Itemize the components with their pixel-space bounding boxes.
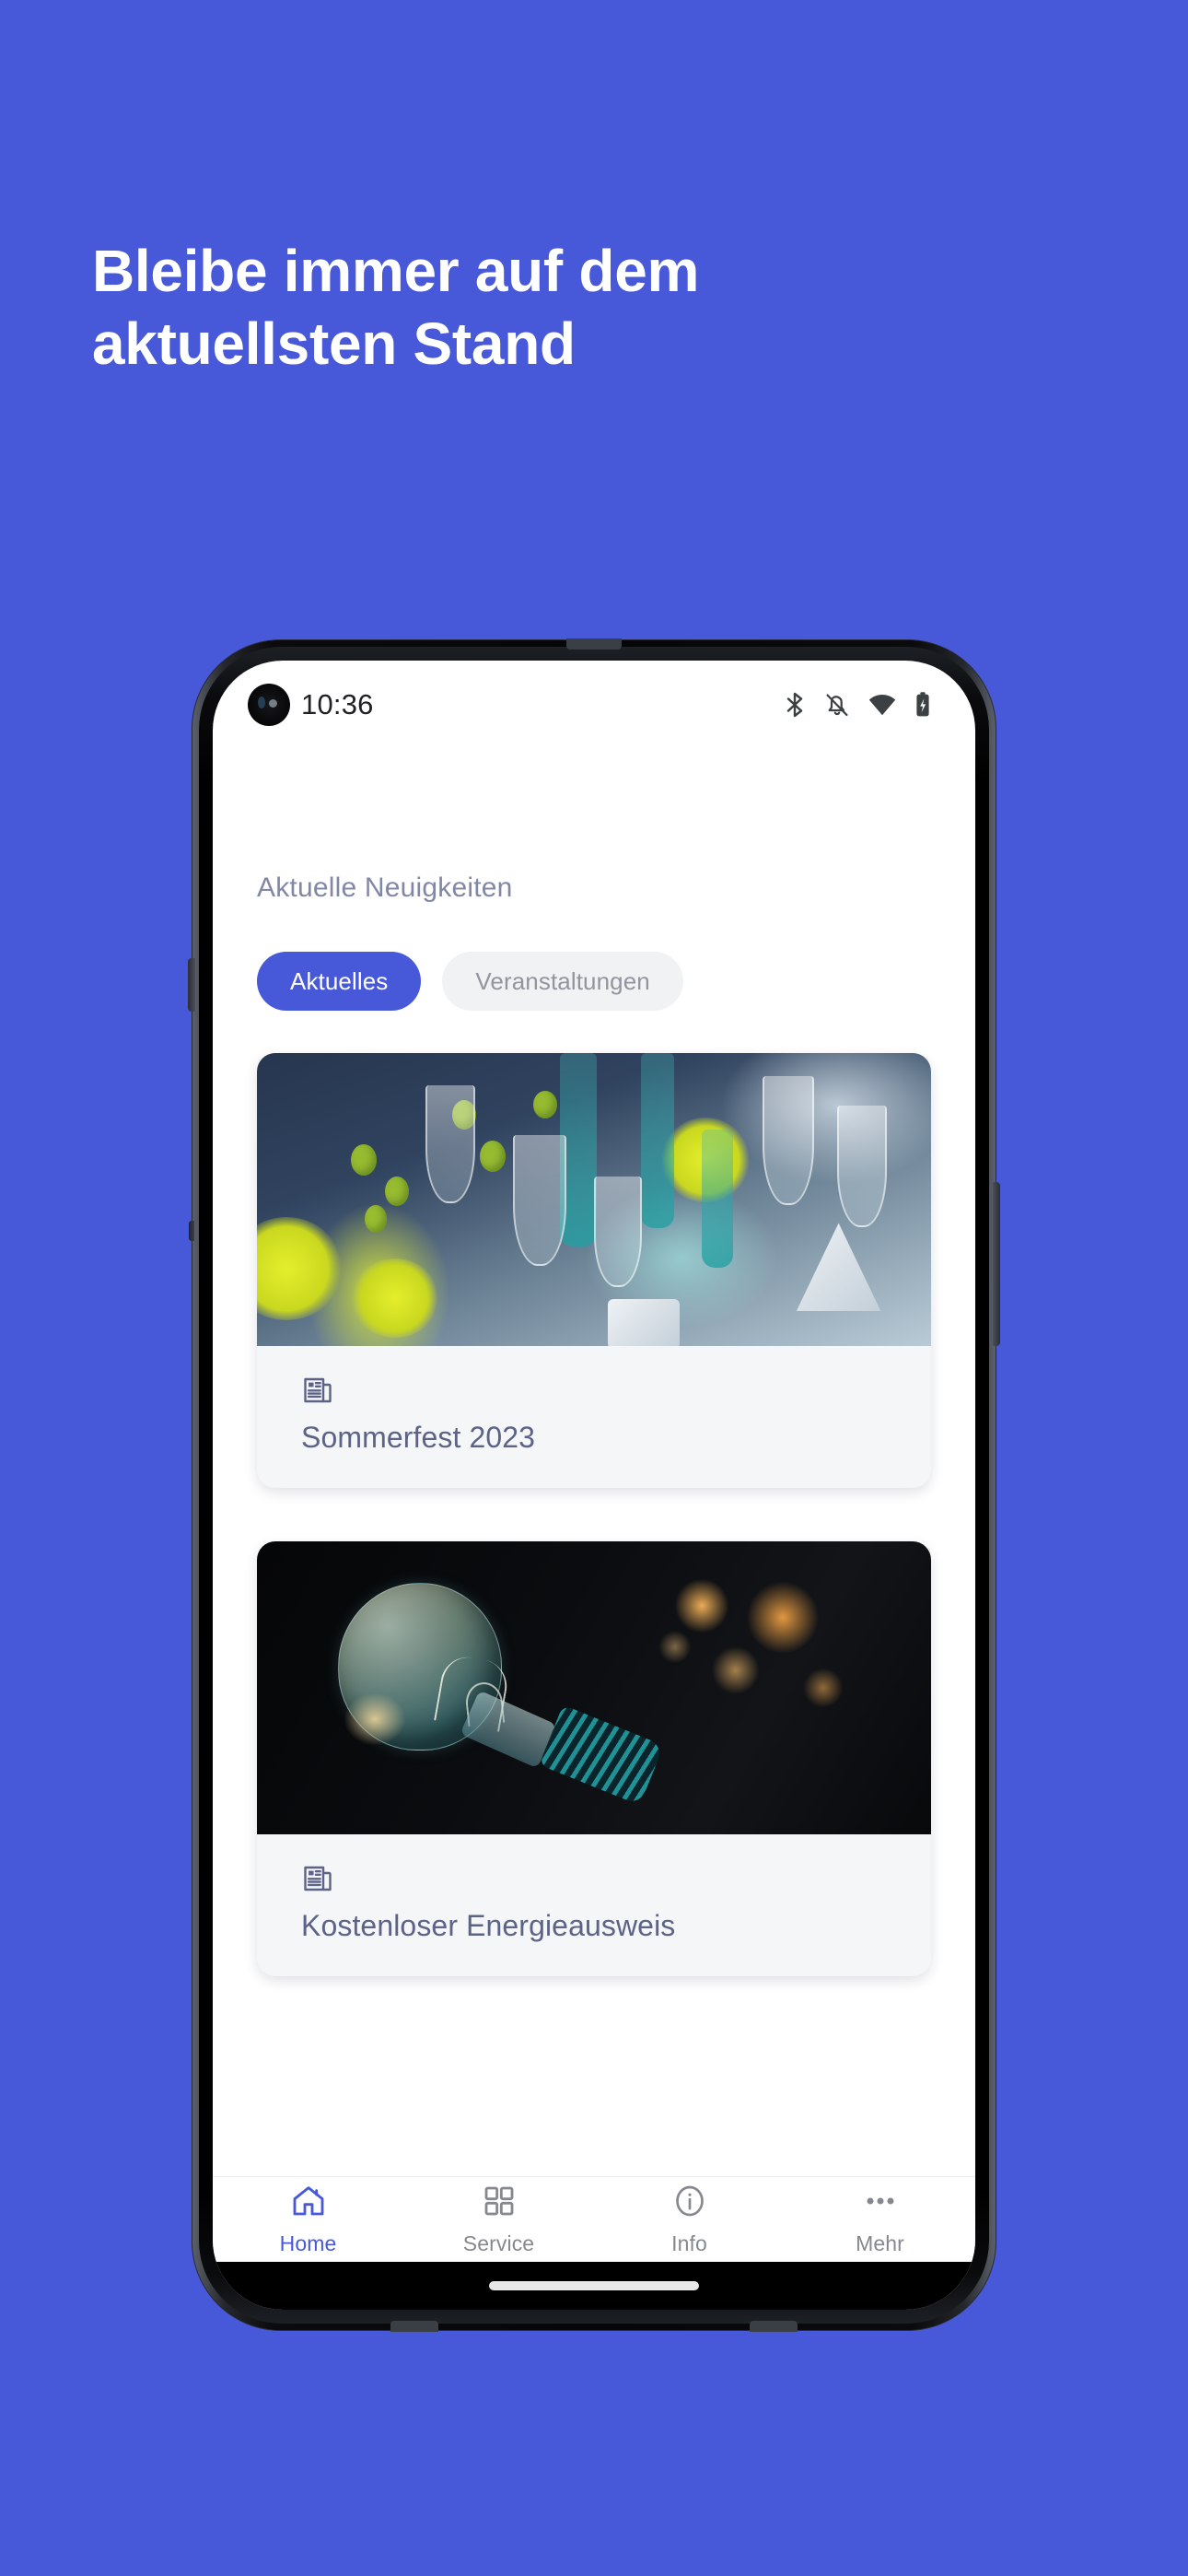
volume-button-secondary[interactable] xyxy=(189,1221,194,1241)
nav-label-home: Home xyxy=(279,2231,337,2255)
status-bar-clock: 10:36 xyxy=(301,688,374,720)
tab-veranstaltungen[interactable]: Veranstaltungen xyxy=(442,952,683,1011)
volume-button[interactable] xyxy=(188,958,195,1012)
bluetooth-icon xyxy=(784,691,806,719)
app-content: Aktuelle Neuigkeiten Aktuelles Veranstal… xyxy=(213,749,975,2176)
nav-item-service[interactable]: Service xyxy=(403,2177,594,2262)
info-circle-icon xyxy=(671,2183,708,2224)
home-indicator-area xyxy=(213,2262,975,2310)
nav-item-home[interactable]: Home xyxy=(213,2177,403,2262)
ellipsis-icon xyxy=(862,2183,899,2224)
news-card-image-light-bulb xyxy=(257,1541,931,1834)
home-indicator[interactable] xyxy=(489,2281,699,2290)
nav-item-info[interactable]: Info xyxy=(594,2177,785,2262)
nav-item-mehr[interactable]: Mehr xyxy=(785,2177,975,2262)
notifications-silenced-icon xyxy=(824,691,850,719)
status-bar: 10:36 xyxy=(213,661,975,749)
news-card-image-table-setting xyxy=(257,1053,931,1346)
promo-headline-line-2: aktuellsten Stand xyxy=(92,310,576,378)
nav-label-info: Info xyxy=(671,2231,707,2255)
device-top-antenna-band xyxy=(566,638,622,650)
news-card-energieausweis[interactable]: Kostenloser Energieausweis xyxy=(257,1541,931,1976)
news-card-sommerfest[interactable]: Sommerfest 2023 xyxy=(257,1053,931,1488)
power-button[interactable] xyxy=(993,1182,1000,1346)
promo-headline: Bleibe immer auf dem aktuellsten Stand xyxy=(92,235,921,381)
news-card-title: Kostenloser Energieausweis xyxy=(301,1909,676,1942)
nav-label-mehr: Mehr xyxy=(856,2231,904,2255)
tab-aktuelles[interactable]: Aktuelles xyxy=(257,952,422,1011)
promo-headline-line-1: Bleibe immer auf dem xyxy=(92,238,700,304)
news-card-list: Sommerfest 2023 Kostenloser Energieauswe… xyxy=(213,1053,975,1976)
bottom-navigation-bar: Home Service Info Mehr xyxy=(213,2176,975,2262)
newspaper-icon xyxy=(301,1862,931,1900)
phone-screen: 10:36 Aktuelle Neuigkeiten Aktuelles Ver… xyxy=(213,661,975,2310)
phone-device-frame: 10:36 Aktuelle Neuigkeiten Aktuelles Ver… xyxy=(188,638,1000,2332)
battery-charging-icon xyxy=(914,691,931,719)
house-icon xyxy=(290,2183,327,2224)
device-bottom-antenna-band-left xyxy=(390,2321,438,2332)
status-bar-icons xyxy=(784,691,931,719)
news-card-body: Sommerfest 2023 xyxy=(257,1346,931,1488)
wifi-icon xyxy=(868,693,896,717)
news-filter-tabs: Aktuelles Veranstaltungen xyxy=(257,952,975,1011)
news-card-title: Sommerfest 2023 xyxy=(301,1421,536,1454)
news-card-body: Kostenloser Energieausweis xyxy=(257,1834,931,1976)
device-bottom-antenna-band-right xyxy=(750,2321,798,2332)
page-title: Aktuelle Neuigkeiten xyxy=(257,872,513,903)
nav-label-service: Service xyxy=(462,2231,535,2255)
grid-icon xyxy=(481,2183,518,2224)
front-camera-punch-hole xyxy=(248,684,290,726)
newspaper-icon xyxy=(301,1374,931,1411)
